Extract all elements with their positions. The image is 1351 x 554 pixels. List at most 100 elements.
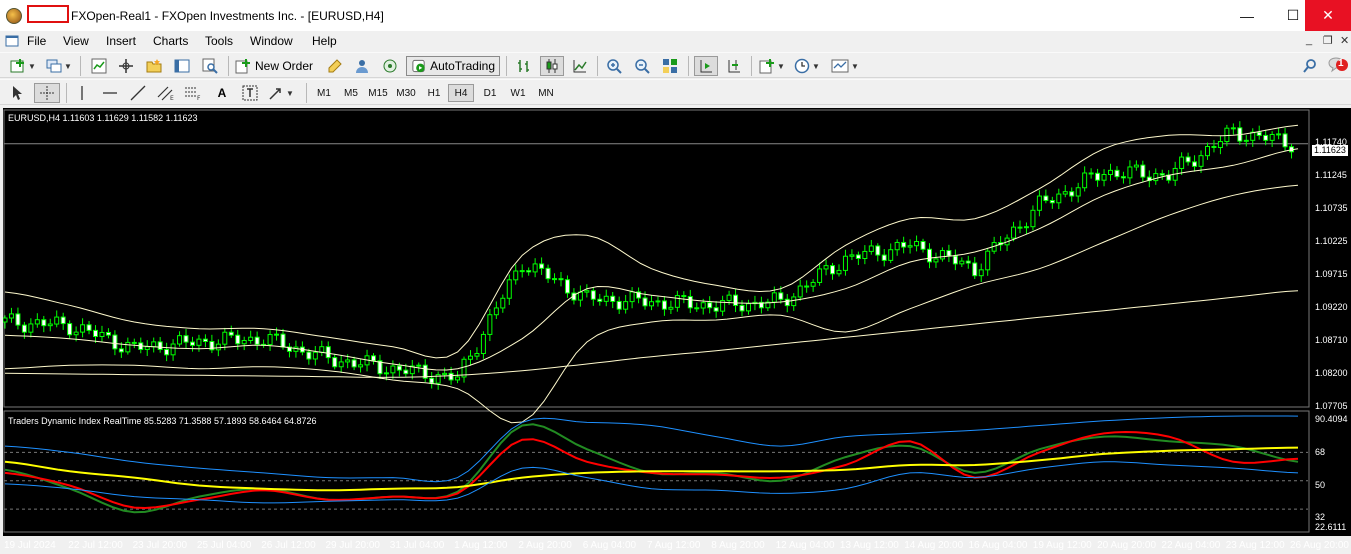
timeframe-m15[interactable]: M15	[365, 84, 391, 102]
candle-up	[745, 303, 751, 312]
crosshair-icon	[40, 86, 54, 100]
line-chart-button[interactable]	[569, 56, 591, 76]
timeframe-d1[interactable]: D1	[477, 84, 503, 102]
menu-tools[interactable]: Tools	[205, 34, 233, 48]
vertical-line-button[interactable]	[72, 83, 92, 103]
menu-charts[interactable]: Charts	[153, 34, 188, 48]
search-button[interactable]	[1300, 56, 1320, 76]
trendline-icon	[130, 85, 146, 101]
candle-down	[118, 348, 124, 353]
navigator-button[interactable]	[143, 56, 165, 76]
bar-chart-button[interactable]	[513, 56, 535, 76]
mdi-minimize-button[interactable]: _	[1306, 34, 1312, 46]
candle-down	[642, 297, 648, 307]
candle-up	[1276, 133, 1282, 136]
timeframe-mn[interactable]: MN	[533, 84, 559, 102]
minimize-button[interactable]: —	[1224, 0, 1270, 31]
close-button[interactable]: ✕	[1305, 0, 1351, 31]
profiles-button[interactable]: ▼	[44, 56, 74, 76]
time-tick: 19 Jul 2024	[4, 540, 56, 551]
candlestick-chart-button[interactable]	[540, 56, 564, 76]
candle-down	[280, 333, 286, 348]
menu-insert[interactable]: Insert	[106, 34, 136, 48]
trendline-button[interactable]	[128, 83, 148, 103]
data-window-button[interactable]	[115, 56, 137, 76]
tile-windows-button[interactable]	[659, 56, 681, 76]
templates-icon	[831, 59, 849, 73]
timeframe-m30[interactable]: M30	[393, 84, 419, 102]
terminal-button[interactable]	[171, 56, 193, 76]
chart-window[interactable]	[3, 108, 1351, 536]
chart-canvas[interactable]	[3, 108, 1351, 554]
equidistant-channel-button[interactable]: E	[155, 83, 177, 103]
indicator-tick: 90.4094	[1315, 414, 1348, 424]
horizontal-line-button[interactable]	[100, 83, 120, 103]
price-tick: 1.10735	[1315, 203, 1348, 213]
timeframe-h4[interactable]: H4	[448, 84, 474, 102]
candle-down	[15, 313, 21, 326]
tile-windows-icon	[663, 59, 677, 73]
crosshair-tool-button[interactable]	[34, 83, 60, 103]
candle-down	[564, 279, 570, 294]
candle-down	[952, 255, 958, 265]
templates-button[interactable]: ▼	[829, 56, 861, 76]
new-chart-button[interactable]: ▼	[8, 56, 38, 76]
chart-shift-icon	[728, 60, 740, 73]
candle-down	[610, 295, 616, 302]
fibonacci-icon: F	[185, 87, 201, 101]
autotrading-button[interactable]: AutoTrading	[406, 56, 500, 76]
metaeditor-button[interactable]	[324, 56, 346, 76]
candle-up	[54, 316, 60, 325]
indicators-button[interactable]: ▼	[757, 56, 787, 76]
candle-down	[545, 267, 551, 280]
strategy-tester-button[interactable]	[199, 56, 221, 76]
text-tool-button[interactable]: A	[212, 83, 232, 103]
candle-up	[1101, 174, 1107, 181]
timeframe-w1[interactable]: W1	[505, 84, 531, 102]
chart-shift-button[interactable]	[723, 56, 745, 76]
candle-up	[817, 268, 823, 283]
candle-down	[254, 336, 260, 345]
time-tick: 26 Jul 12:00	[261, 540, 316, 551]
candle-up	[532, 263, 538, 273]
notifications-button[interactable]: 1	[1326, 56, 1350, 76]
candle-down	[830, 265, 836, 275]
candle-down	[926, 248, 932, 263]
candle-up	[674, 295, 680, 308]
market-button[interactable]	[379, 56, 401, 76]
timeframe-h1[interactable]: H1	[421, 84, 447, 102]
candle-up	[1269, 133, 1275, 141]
market-watch-button[interactable]	[88, 56, 110, 76]
timeframe-m5[interactable]: M5	[338, 84, 364, 102]
candle-up	[842, 255, 848, 271]
periods-button[interactable]: ▼	[792, 56, 822, 76]
auto-scroll-button[interactable]	[694, 56, 718, 76]
menu-view[interactable]: View	[63, 34, 89, 48]
time-tick: 7 Aug 12:00	[647, 540, 701, 551]
text-label-button[interactable]	[240, 83, 260, 103]
candle-up	[1243, 139, 1249, 142]
zoom-in-button[interactable]	[603, 56, 625, 76]
candle-up	[248, 336, 254, 341]
cursor-tool-button[interactable]	[8, 83, 28, 103]
time-tick: 29 Jul 20:00	[325, 540, 381, 551]
menu-file[interactable]: File	[27, 34, 46, 48]
candle-up	[170, 343, 176, 356]
fibonacci-button[interactable]: F	[182, 83, 204, 103]
timeframe-m1[interactable]: M1	[311, 84, 337, 102]
menu-window[interactable]: Window	[250, 34, 293, 48]
signals-button[interactable]	[351, 56, 373, 76]
candle-up	[3, 317, 8, 323]
candle-down	[1263, 134, 1269, 141]
candle-down	[21, 324, 27, 333]
mdi-close-button[interactable]: ✕	[1340, 34, 1349, 47]
time-tick: 22 Aug 04:00	[1161, 540, 1221, 551]
menu-help[interactable]: Help	[312, 34, 337, 48]
arrows-button[interactable]: ▼	[266, 83, 296, 103]
time-tick: 14 Aug 20:00	[904, 540, 964, 551]
mdi-restore-button[interactable]: ❐	[1323, 34, 1333, 47]
candle-down	[972, 262, 978, 277]
new-order-button[interactable]: New Order	[235, 56, 319, 76]
candle-up	[849, 254, 855, 257]
zoom-out-button[interactable]	[631, 56, 653, 76]
